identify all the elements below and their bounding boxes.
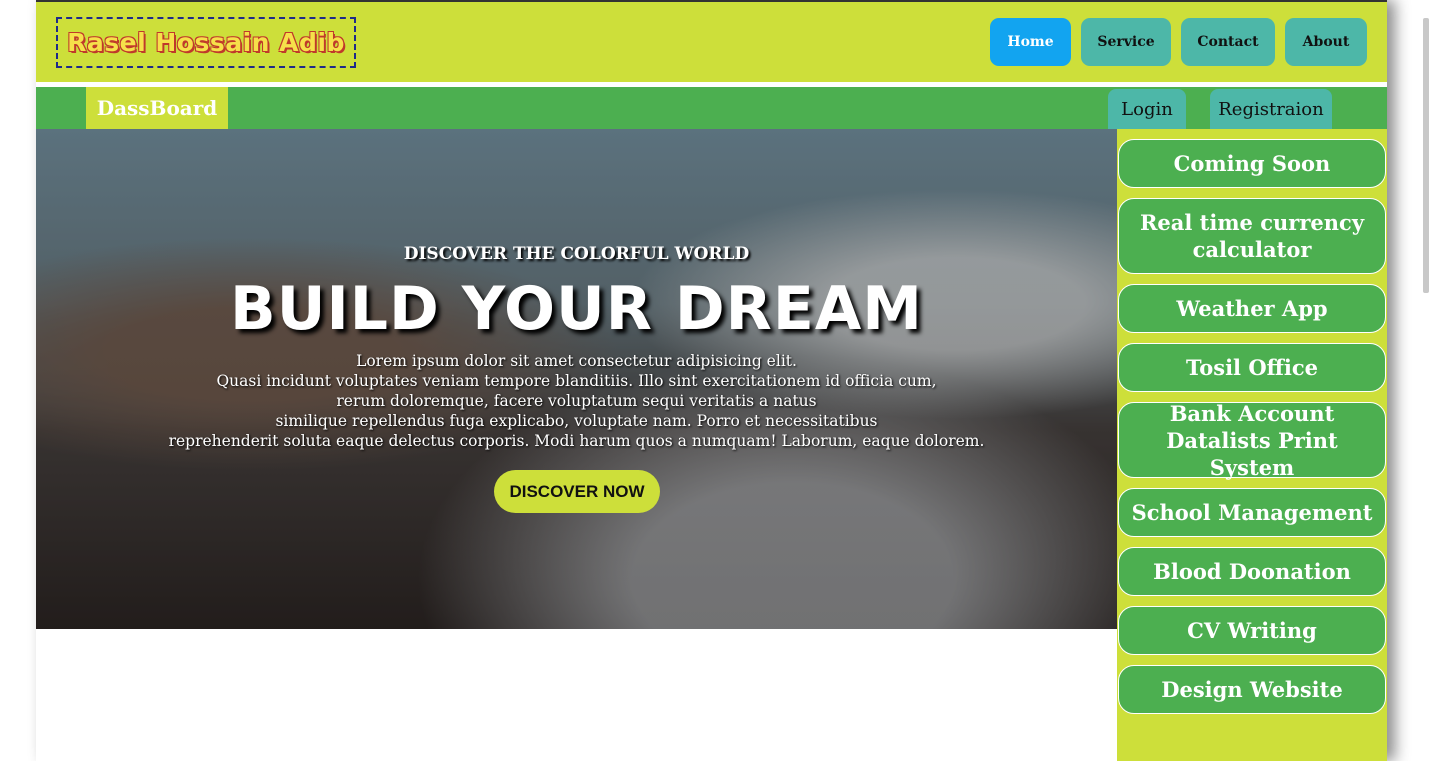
hero-line: similique repellendus fuga explicabo, vo… (275, 412, 878, 430)
site-header: Rasel Hossain Adib Home Service Contact … (36, 2, 1387, 82)
hero-line: reprehenderit soluta eaque delectus corp… (168, 432, 985, 450)
sidebar-item-tosil-office[interactable]: Tosil Office (1118, 343, 1386, 392)
sidebar-item-weather-app[interactable]: Weather App (1118, 284, 1386, 333)
login-button[interactable]: Login (1108, 89, 1186, 129)
hero-line: Quasi incidunt voluptates veniam tempore… (216, 372, 937, 390)
discover-now-button[interactable]: DISCOVER NOW (494, 470, 660, 513)
logo[interactable]: Rasel Hossain Adib (56, 17, 356, 68)
sidebar-item-currency-calculator[interactable]: Real time currency calculator (1118, 198, 1386, 274)
hero-banner: DISCOVER THE COLORFUL WORLD BUILD YOUR D… (36, 129, 1117, 629)
hero-kicker: DISCOVER THE COLORFUL WORLD (403, 244, 750, 264)
nav-home-button[interactable]: Home (990, 18, 1071, 66)
sidebar-item-coming-soon[interactable]: Coming Soon (1118, 139, 1386, 188)
hero-title: BUILD YOUR DREAM (230, 274, 923, 344)
hero-description: Lorem ipsum dolor sit amet consectetur a… (36, 351, 1117, 451)
page-scrollbar[interactable] (1423, 18, 1429, 293)
hero-line: rerum doloremque, facere voluptatum sequ… (336, 392, 817, 410)
nav-service-button[interactable]: Service (1081, 18, 1171, 66)
sidebar-item-bank-account[interactable]: Bank Account Datalists Print System (1118, 401, 1386, 480)
main-nav: Home Service Contact About (990, 18, 1367, 66)
logo-text: Rasel Hossain Adib (67, 28, 345, 57)
sidebar-item-cv-writing[interactable]: CV Writing (1118, 606, 1386, 655)
hero-line: Lorem ipsum dolor sit amet consectetur a… (356, 352, 797, 370)
sidebar-item-design-website[interactable]: Design Website (1118, 665, 1386, 714)
sidebar-item-blood-donation[interactable]: Blood Doonation (1118, 547, 1386, 596)
page-frame: Rasel Hossain Adib Home Service Contact … (36, 0, 1387, 761)
sub-nav-bar: DassBoard Login Registraion (36, 87, 1387, 129)
nav-contact-button[interactable]: Contact (1181, 18, 1275, 66)
sidebar-item-school-management[interactable]: School Management (1118, 488, 1386, 537)
registration-button[interactable]: Registraion (1210, 89, 1332, 129)
dashboard-link[interactable]: DassBoard (86, 87, 228, 129)
nav-about-button[interactable]: About (1285, 18, 1367, 66)
sidebar: Coming Soon Real time currency calculato… (1117, 129, 1387, 761)
